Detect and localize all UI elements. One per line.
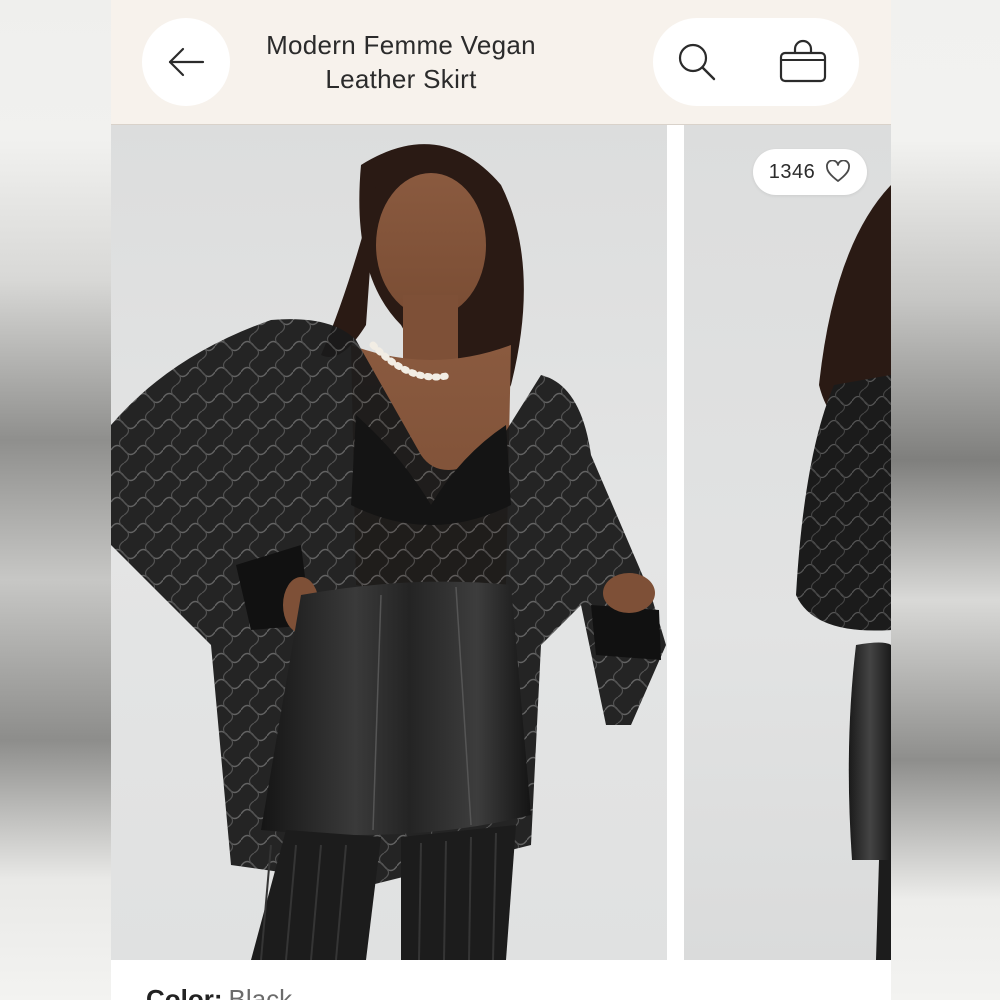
arrow-left-icon xyxy=(166,42,206,82)
back-button[interactable] xyxy=(142,18,230,106)
blurred-background-right xyxy=(891,0,1000,1000)
heart-icon xyxy=(825,160,851,184)
page-title: Modern Femme Vegan Leather Skirt xyxy=(266,30,536,94)
shopping-bag-icon xyxy=(778,37,828,87)
color-value: Black xyxy=(228,984,293,1000)
blurred-background-left xyxy=(0,0,111,1000)
model-side-image xyxy=(796,185,891,960)
search-icon xyxy=(676,41,718,83)
color-label: Color: xyxy=(146,984,223,1000)
shopping-bag-button[interactable] xyxy=(777,36,829,88)
model-front-image xyxy=(111,144,666,960)
product-header: Modern Femme Vegan Leather Skirt xyxy=(111,0,891,125)
search-button[interactable] xyxy=(671,36,723,88)
like-count: 1346 xyxy=(768,160,816,183)
product-photo-main[interactable] xyxy=(111,125,667,960)
header-actions xyxy=(653,18,859,106)
like-button[interactable]: 1346 xyxy=(753,149,867,195)
product-image-gallery[interactable]: 1346 xyxy=(111,125,891,960)
product-photo-secondary[interactable] xyxy=(684,125,891,960)
color-selector-label: Color: Black xyxy=(146,984,292,1000)
app-screen: Modern Femme Vegan Leather Skirt 1346 Co… xyxy=(111,0,891,1000)
